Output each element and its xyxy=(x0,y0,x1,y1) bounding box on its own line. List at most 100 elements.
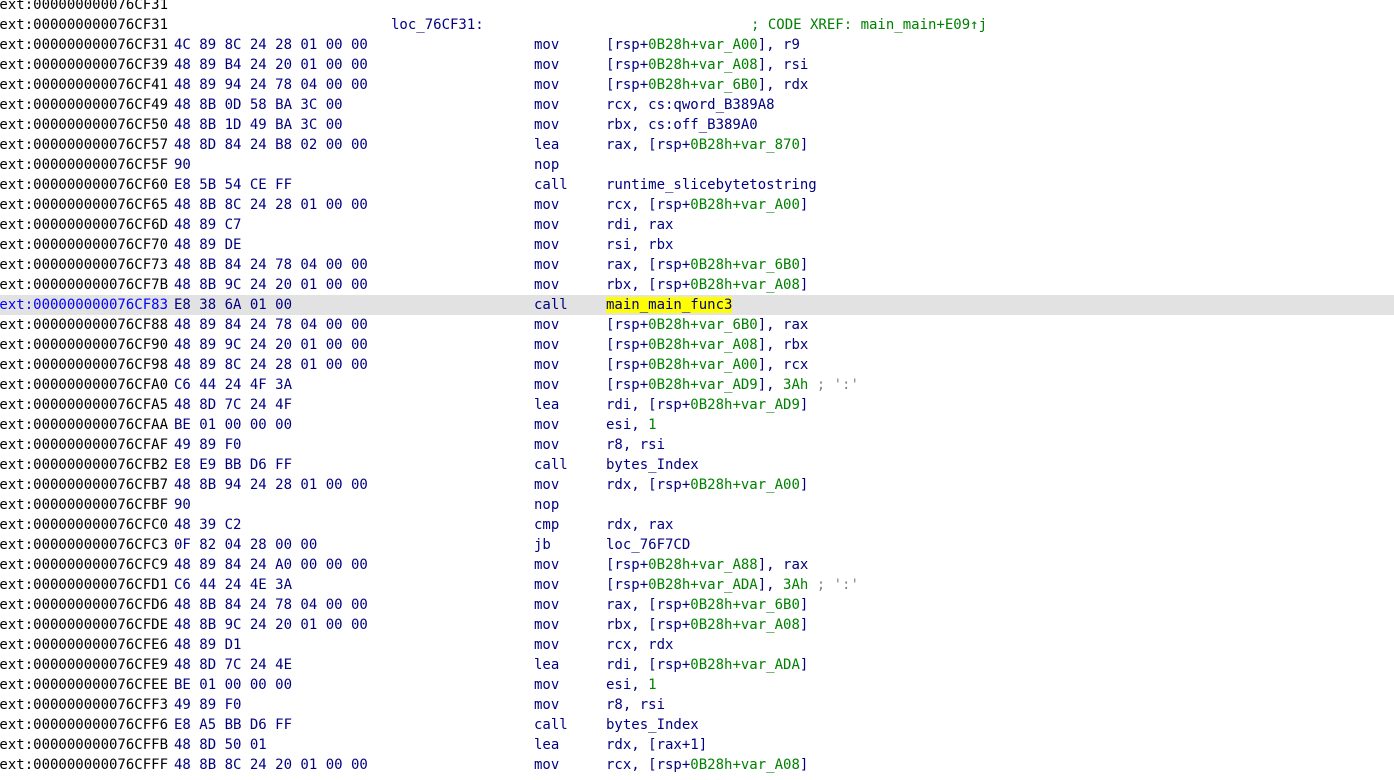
listing-line[interactable]: text:000000000076CF31 xyxy=(0,0,1394,15)
mnemonic[interactable]: mov xyxy=(534,595,559,615)
address[interactable]: text:000000000076CF73 xyxy=(0,255,168,275)
mnemonic[interactable]: mov xyxy=(534,115,559,135)
mnemonic[interactable]: mov xyxy=(534,35,559,55)
address[interactable]: text:000000000076CF31 xyxy=(0,15,168,35)
listing-line[interactable]: text:000000000076CFF3 49 89 F0 mov r8, rsi xyxy=(0,695,1394,715)
stack-variable[interactable]: 0B28h+var_A08 xyxy=(648,57,758,73)
listing-line[interactable]: text:000000000076CFE6 48 89 D1 mov rcx, rdx xyxy=(0,635,1394,655)
operands[interactable]: rbx, cs:off_B389A0 xyxy=(606,115,758,135)
operands[interactable]: rdi, [rsp+0B28h+var_ADA] xyxy=(606,655,808,675)
operands[interactable]: esi, 1 xyxy=(606,675,657,695)
listing-line[interactable]: text:000000000076CFD1 C6 44 24 4E 3A mov [r… xyxy=(0,575,1394,595)
listing-line[interactable]: text:000000000076CF57 48 8D 84 24 B8 02 0… xyxy=(0,135,1394,155)
stack-variable[interactable]: 0B28h+var_6B0 xyxy=(690,257,800,273)
xref-comment[interactable]: ; CODE XREF: main_main+E09↑j xyxy=(751,15,987,35)
listing-line[interactable]: text:000000000076CFEE BE 01 00 00 00 mov es… xyxy=(0,675,1394,695)
operands[interactable]: rbx, [rsp+0B28h+var_A08] xyxy=(606,275,808,295)
current-listing-line[interactable]: text:000000000076CF83 E8 38 6A 01 00 call m… xyxy=(0,295,1394,315)
operands[interactable]: esi, 1 xyxy=(606,415,657,435)
mnemonic[interactable]: mov xyxy=(534,75,559,95)
numeric-constant[interactable]: 3Ah xyxy=(783,577,808,593)
highlighted-symbol[interactable]: main_main_func3 xyxy=(606,297,733,313)
stack-variable[interactable]: 0B28h+var_AD9 xyxy=(648,377,758,393)
mnemonic[interactable]: mov xyxy=(534,95,559,115)
mnemonic[interactable]: lea xyxy=(534,655,559,675)
listing-line[interactable]: text:000000000076CFB7 48 8B 94 24 28 01 0… xyxy=(0,475,1394,495)
address[interactable]: text:000000000076CF7B xyxy=(0,275,168,295)
listing-line[interactable]: text:000000000076CFDE 48 8B 9C 24 20 01 0… xyxy=(0,615,1394,635)
address[interactable]: text:000000000076CFE6 xyxy=(0,635,168,655)
stack-variable[interactable]: 0B28h+var_6B0 xyxy=(690,597,800,613)
stack-variable[interactable]: 0B28h+var_A08 xyxy=(690,617,800,633)
address[interactable]: text:000000000076CFC3 xyxy=(0,535,168,555)
stack-variable[interactable]: 0B28h+var_6B0 xyxy=(648,317,758,333)
address[interactable]: text:000000000076CF70 xyxy=(0,235,168,255)
address[interactable]: text:000000000076CFF6 xyxy=(0,715,168,735)
operands[interactable]: rcx, [rsp+0B28h+var_A08] xyxy=(606,755,808,775)
mnemonic[interactable]: mov xyxy=(534,435,559,455)
mnemonic[interactable]: nop xyxy=(534,495,559,515)
operands[interactable]: [rsp+0B28h+var_A00], r9 xyxy=(606,35,800,55)
operands[interactable]: [rsp+0B28h+var_ADA], 3Ah ; ':' xyxy=(606,575,859,595)
mnemonic[interactable]: mov xyxy=(534,635,559,655)
address[interactable]: text:000000000076CFDE xyxy=(0,615,168,635)
mnemonic[interactable]: mov xyxy=(534,315,559,335)
disassembly-listing[interactable]: text:000000000076CF31 text:000000000076CF… xyxy=(0,0,1394,775)
operands[interactable]: main_main_func3 xyxy=(606,295,733,315)
listing-line[interactable]: text:000000000076CF39 48 89 B4 24 20 01 0… xyxy=(0,55,1394,75)
listing-line[interactable]: text:000000000076CFBF 90 nop xyxy=(0,495,1394,515)
operands[interactable]: [rsp+0B28h+var_AD9], 3Ah ; ':' xyxy=(606,375,859,395)
mnemonic[interactable]: mov xyxy=(534,415,559,435)
listing-line[interactable]: text:000000000076CFB2 E8 E9 BB D6 FF call b… xyxy=(0,455,1394,475)
stack-variable[interactable]: 0B28h+var_A88 xyxy=(648,557,758,573)
listing-line[interactable]: text:000000000076CFAF 49 89 F0 mov r8, rsi xyxy=(0,435,1394,455)
listing-line[interactable]: text:000000000076CF70 48 89 DE mov rsi, rbx xyxy=(0,235,1394,255)
stack-variable[interactable]: 0B28h+var_A00 xyxy=(690,197,800,213)
address[interactable]: text:000000000076CF31 xyxy=(0,0,168,15)
operands[interactable]: rbx, [rsp+0B28h+var_A08] xyxy=(606,615,808,635)
address[interactable]: text:000000000076CFD1 xyxy=(0,575,168,595)
operands[interactable]: [rsp+0B28h+var_A08], rsi xyxy=(606,55,808,75)
mnemonic[interactable]: mov xyxy=(534,475,559,495)
operands[interactable]: bytes_Index xyxy=(606,455,699,475)
mnemonic[interactable]: nop xyxy=(534,155,559,175)
stack-variable[interactable]: 0B28h+var_A00 xyxy=(648,357,758,373)
listing-line[interactable]: text:000000000076CF65 48 8B 8C 24 28 01 0… xyxy=(0,195,1394,215)
mnemonic[interactable]: mov xyxy=(534,235,559,255)
operands[interactable]: rdx, [rsp+0B28h+var_A00] xyxy=(606,475,808,495)
address[interactable]: text:000000000076CF6D xyxy=(0,215,168,235)
listing-line[interactable]: text:000000000076CFD6 48 8B 84 24 78 04 0… xyxy=(0,595,1394,615)
mnemonic[interactable]: call xyxy=(534,175,568,195)
operands[interactable]: r8, rsi xyxy=(606,435,665,455)
listing-line[interactable]: text:000000000076CFA5 48 8D 7C 24 4F lea rd… xyxy=(0,395,1394,415)
address[interactable]: text:000000000076CFB7 xyxy=(0,475,168,495)
mnemonic[interactable]: mov xyxy=(534,695,559,715)
listing-line[interactable]: text:000000000076CFFB 48 8D 50 01 lea rdx, … xyxy=(0,735,1394,755)
address[interactable]: text:000000000076CF49 xyxy=(0,95,168,115)
operands[interactable]: bytes_Index xyxy=(606,715,699,735)
address[interactable]: text:000000000076CFE9 xyxy=(0,655,168,675)
mnemonic[interactable]: mov xyxy=(534,195,559,215)
address[interactable]: text:000000000076CFAF xyxy=(0,435,168,455)
numeric-constant[interactable]: 1 xyxy=(648,417,656,433)
mnemonic[interactable]: mov xyxy=(534,675,559,695)
mnemonic[interactable]: mov xyxy=(534,375,559,395)
mnemonic[interactable]: mov xyxy=(534,615,559,635)
address[interactable]: text:000000000076CFBF xyxy=(0,495,168,515)
operands[interactable]: rdi, [rsp+0B28h+var_AD9] xyxy=(606,395,808,415)
address[interactable]: text:000000000076CF83 xyxy=(0,295,168,315)
stack-variable[interactable]: 0B28h+var_6B0 xyxy=(648,77,758,93)
listing-line[interactable]: text:000000000076CF50 48 8B 1D 49 BA 3C 0… xyxy=(0,115,1394,135)
stack-variable[interactable]: 0B28h+var_A08 xyxy=(690,277,800,293)
operands[interactable]: rdx, rax xyxy=(606,515,673,535)
mnemonic[interactable]: lea xyxy=(534,135,559,155)
address[interactable]: text:000000000076CFEE xyxy=(0,675,168,695)
address[interactable]: text:000000000076CF5F xyxy=(0,155,168,175)
listing-line[interactable]: text:000000000076CFC9 48 89 84 24 A0 00 0… xyxy=(0,555,1394,575)
mnemonic[interactable]: lea xyxy=(534,735,559,755)
listing-line[interactable]: text:000000000076CFFF 48 8B 8C 24 20 01 0… xyxy=(0,755,1394,775)
address[interactable]: text:000000000076CFA5 xyxy=(0,395,168,415)
address[interactable]: text:000000000076CF31 xyxy=(0,35,168,55)
operands[interactable]: [rsp+0B28h+var_A08], rbx xyxy=(606,335,808,355)
mnemonic[interactable]: cmp xyxy=(534,515,559,535)
